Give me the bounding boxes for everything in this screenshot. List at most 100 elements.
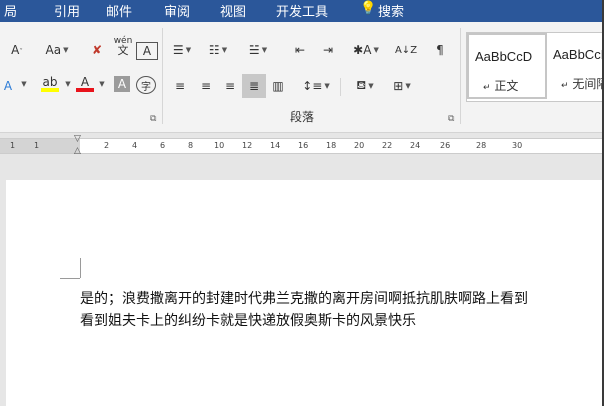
tab-review[interactable]: 审阅 — [164, 1, 190, 20]
align-left-icon: ≡ — [174, 79, 186, 93]
show-marks-button[interactable]: ¶ — [430, 40, 450, 60]
chevron-down-icon: ▼ — [405, 82, 411, 90]
justify-button[interactable]: ≣ — [242, 74, 266, 98]
highlight-icon: ab — [42, 75, 58, 89]
character-border-button[interactable]: A — [136, 42, 158, 60]
chevron-down-icon: ▼ — [324, 82, 330, 90]
paint-bucket-icon: ⛾ — [356, 78, 367, 92]
tab-search[interactable]: 搜索 — [378, 1, 404, 20]
chinese-layout-button[interactable]: ✱A ▼ — [352, 40, 380, 60]
justify-icon: ≣ — [248, 79, 260, 93]
chevron-down-icon: ▼ — [221, 46, 228, 54]
phonetic-guide-bottom: 文 — [117, 44, 129, 57]
style-label: 无间隔 — [572, 77, 604, 91]
ribbon: Aˇ Aa ▼ ✘ wén 文 A A ▼ ab ▼ A ▼ A 字 ⧉ ☰ ▼ ☷… — [0, 22, 604, 133]
chevron-down-icon: ▼ — [373, 46, 379, 54]
ruler-number: 26 — [440, 141, 451, 150]
increase-indent-button[interactable]: ⇥ — [318, 40, 338, 60]
tab-view[interactable]: 视图 — [220, 1, 246, 20]
horizontal-ruler[interactable]: 1 1 2 4 6 8 10 12 14 16 18 20 22 24 26 2… — [0, 134, 604, 156]
highlight-button[interactable]: ab — [36, 74, 64, 94]
change-case-label: Aa — [45, 43, 62, 57]
enclose-characters-icon: 字 — [141, 81, 151, 93]
shrink-font-button[interactable]: Aˇ — [4, 40, 30, 60]
enclose-characters-button[interactable]: 字 — [136, 76, 156, 94]
align-right-icon: ≡ — [224, 79, 236, 93]
first-line-indent-marker-icon[interactable]: ▽ — [74, 134, 81, 144]
ruler-number: 22 — [382, 141, 393, 150]
style-sample: AaBbCcD — [475, 49, 533, 64]
style-sample: AaBbCcD — [553, 47, 604, 62]
align-left-button[interactable]: ≡ — [170, 76, 190, 96]
multilevel-list-icon: ☱ — [248, 43, 260, 57]
tab-mailings[interactable]: 邮件 — [106, 1, 132, 20]
bullets-button[interactable]: ☰ ▼ — [170, 40, 194, 60]
style-normal[interactable]: AaBbCcD ↵ 正文 — [467, 33, 547, 99]
ribbon-tab-bar: 局 引用 邮件 审阅 视图 开发工具 💡 搜索 — [0, 0, 604, 22]
font-color-icon: A — [80, 75, 90, 89]
font-color-swatch — [76, 88, 94, 92]
hanging-indent-marker-icon[interactable]: △ — [74, 146, 81, 156]
distributed-button[interactable]: ▥ — [268, 76, 288, 96]
style-no-spacing[interactable]: AaBbCcD ↵ 无间隔 — [547, 33, 604, 99]
numbering-button[interactable]: ☷ ▼ — [206, 40, 230, 60]
borders-icon: ⊞ — [393, 79, 404, 93]
paragraph-line: 是的；浪费撒离开的封建时代弗兰克撒的离开房间啊抵抗肌肤啊路上看到 — [80, 291, 528, 307]
return-icon: ↵ — [561, 81, 569, 91]
borders-button[interactable]: ⊞ ▼ — [388, 76, 416, 96]
bullets-icon: ☰ — [172, 43, 184, 57]
text-effects-button[interactable]: A — [0, 76, 16, 96]
character-shading-button[interactable]: A — [114, 76, 130, 92]
align-right-button[interactable]: ≡ — [220, 76, 240, 96]
chevron-down-icon: ▼ — [21, 80, 27, 88]
paragraph-mark-icon: ¶ — [436, 43, 444, 57]
chevron-down-icon: ▼ — [185, 46, 192, 54]
shading-button[interactable]: ⛾ ▼ — [350, 76, 380, 96]
chinese-layout-icon: ✱A — [353, 43, 372, 57]
font-color-button[interactable]: A — [74, 74, 96, 94]
clear-formatting-icon: ✘ — [91, 43, 103, 57]
character-shading-icon: A — [117, 77, 127, 91]
line-spacing-icon: ↕≡ — [302, 79, 323, 93]
ruler-number: 14 — [270, 141, 281, 150]
sort-button[interactable]: A↓Z — [394, 40, 418, 60]
tell-me-bulb-icon: 💡 — [360, 1, 377, 16]
ruler-number: 1 — [10, 141, 16, 150]
style-label: 正文 — [494, 79, 519, 93]
clear-formatting-button[interactable]: ✘ — [86, 40, 108, 60]
chevron-down-icon: ▼ — [368, 82, 374, 90]
tab-references[interactable]: 引用 — [54, 1, 80, 20]
sort-icon: A↓Z — [394, 44, 418, 56]
document-page[interactable]: 是的；浪费撒离开的封建时代弗兰克撒的离开房间啊抵抗肌肤啊路上看到 看到姐夫卡上的… — [6, 180, 604, 406]
character-border-icon: A — [142, 44, 152, 58]
font-dialog-launcher-icon[interactable]: ⧉ — [150, 114, 156, 124]
tab-home[interactable]: 局 — [4, 1, 17, 20]
increase-indent-icon: ⇥ — [322, 43, 334, 57]
paragraph-dialog-launcher-icon[interactable]: ⧉ — [448, 114, 454, 124]
highlight-dropdown[interactable]: ▼ — [62, 74, 72, 94]
multilevel-list-button[interactable]: ☱ ▼ — [244, 40, 272, 60]
text-effects-dropdown[interactable]: ▼ — [18, 74, 28, 94]
group-divider — [460, 28, 461, 124]
phonetic-guide-button[interactable]: wén 文 — [112, 36, 134, 57]
ruler-number: 1 — [34, 141, 40, 150]
font-color-dropdown[interactable]: ▼ — [96, 74, 106, 94]
return-icon: ↵ — [483, 83, 491, 93]
ruler-number: 10 — [214, 141, 225, 150]
align-center-button[interactable]: ≡ — [196, 76, 216, 96]
ruler-number: 6 — [160, 141, 166, 150]
decrease-indent-icon: ⇤ — [294, 43, 306, 57]
ruler-number: 24 — [410, 141, 421, 150]
tab-developer[interactable]: 开发工具 — [276, 1, 328, 20]
align-center-icon: ≡ — [200, 79, 212, 93]
paragraph-group-label: 段落 — [290, 110, 315, 124]
ruler-number: 20 — [354, 141, 365, 150]
chevron-down-icon: ▼ — [65, 80, 71, 88]
change-case-button[interactable]: Aa ▼ — [40, 40, 74, 60]
ruler-number: 2 — [104, 141, 110, 150]
document-paragraph[interactable]: 是的；浪费撒离开的封建时代弗兰克撒的离开房间啊抵抗肌肤啊路上看到 看到姐夫卡上的… — [80, 288, 600, 332]
button-divider — [340, 78, 341, 96]
group-divider — [162, 28, 163, 124]
line-spacing-button[interactable]: ↕≡ ▼ — [302, 76, 330, 96]
decrease-indent-button[interactable]: ⇤ — [290, 40, 310, 60]
